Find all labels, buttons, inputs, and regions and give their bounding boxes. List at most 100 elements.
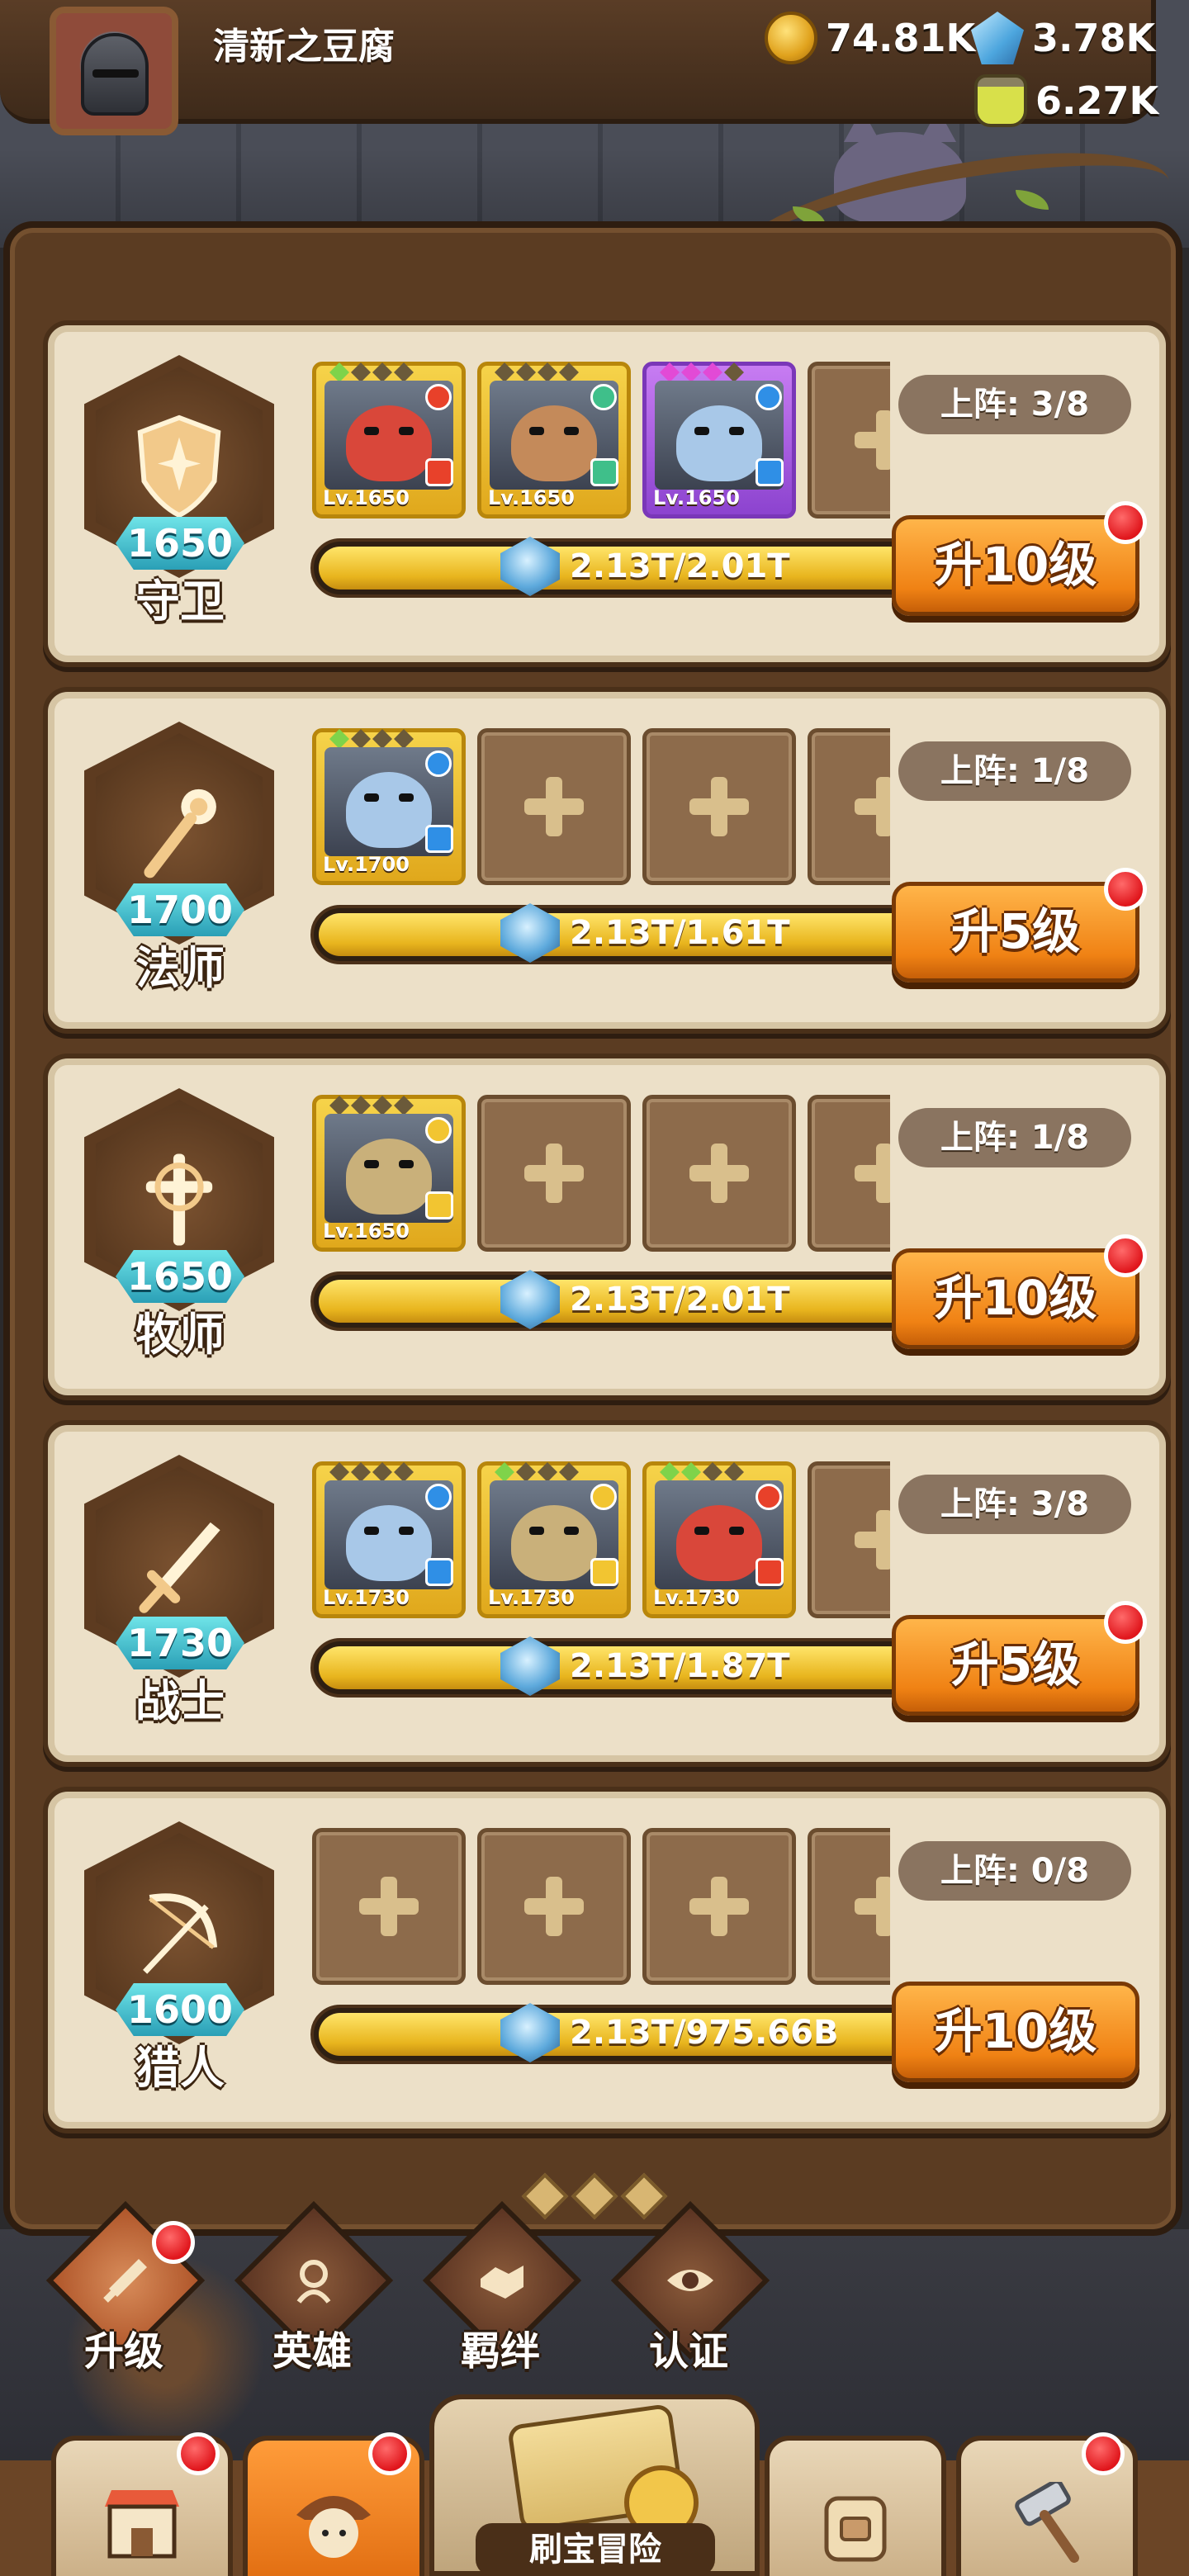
subnav-tab-label: 羁绊 — [460, 2328, 540, 2375]
alert-dot — [1104, 501, 1147, 544]
class-name: 守卫 — [135, 575, 225, 627]
gold-counter[interactable]: 74.81K — [765, 12, 975, 64]
upgrade-cost-bar: 2.13T/1.61T — [310, 903, 921, 964]
potion-jar-icon — [974, 74, 1027, 127]
star-rating — [329, 1096, 414, 1115]
treasure-adventure-button[interactable]: 刷宝冒险 — [429, 2394, 760, 2576]
empty-hero-slot[interactable] — [808, 1461, 890, 1618]
plus-icon — [359, 1877, 419, 1936]
empty-hero-slot[interactable] — [642, 1095, 796, 1252]
potion-amount: 6.27K — [1035, 78, 1159, 123]
empty-hero-slot[interactable] — [477, 1095, 631, 1252]
star-rating — [329, 729, 414, 749]
star-icon — [516, 362, 536, 382]
empty-hero-slot[interactable] — [808, 728, 890, 885]
role-icon — [590, 458, 618, 486]
alert-dot — [1082, 2432, 1125, 2475]
upgrade-button-label: 升5级 — [950, 1636, 1081, 1693]
empty-hero-slot[interactable] — [808, 362, 890, 519]
hero-card[interactable]: Lv.1650 — [312, 362, 466, 519]
hero-slots — [312, 1828, 890, 1990]
star-icon — [559, 1462, 579, 1482]
bottom-tab-heroes[interactable] — [243, 2432, 424, 2576]
player-avatar[interactable] — [50, 7, 178, 135]
deploy-count: 上阵: 3/8 — [898, 1475, 1131, 1534]
star-icon — [329, 1462, 349, 1482]
upgrade-button[interactable]: 升5级 — [892, 1601, 1147, 1716]
subnav-tab[interactable]: 认证 — [598, 2200, 770, 2375]
hero-card[interactable]: Lv.1730 — [477, 1461, 631, 1618]
star-icon — [724, 1462, 744, 1482]
subnav-tab[interactable]: 英雄 — [221, 2200, 394, 2375]
hero-slots: Lv.1730 Lv.1730 Lv.1730 — [312, 1461, 890, 1623]
upgrade-cost-text: 2.13T/1.87T — [570, 1647, 790, 1685]
role-icon — [756, 1558, 784, 1586]
star-icon — [703, 362, 722, 382]
empty-hero-slot[interactable] — [477, 728, 631, 885]
plus-icon — [524, 1877, 584, 1936]
star-icon — [394, 362, 414, 382]
alert-dot — [1104, 1234, 1147, 1277]
upgrade-cost-bar: 2.13T/2.01T — [310, 537, 921, 598]
alert-dot — [177, 2432, 220, 2475]
hero-level: Lv.1650 — [323, 486, 410, 509]
bottom-tab-bag[interactable] — [765, 2436, 946, 2576]
star-icon — [372, 1462, 392, 1482]
bottom-tab-forge[interactable] — [956, 2432, 1138, 2576]
top-hud: 清新之豆腐 74.81K 3.78K 6.27K — [0, 0, 1189, 135]
player-name: 清新之豆腐 — [213, 26, 395, 68]
star-icon — [329, 362, 349, 382]
star-rating — [660, 362, 744, 382]
upgrade-button[interactable]: 升10级 — [892, 1982, 1139, 2082]
alert-dot — [1104, 868, 1147, 911]
star-icon — [329, 1096, 349, 1115]
upgrade-cost-text: 2.13T/975.66B — [570, 2014, 839, 2052]
upgrade-cost-bar: 2.13T/1.87T — [310, 1636, 921, 1698]
wind-element-icon — [590, 384, 617, 410]
bottom-tab-shop[interactable] — [51, 2432, 233, 2576]
knight-helmet-icon — [81, 33, 149, 116]
upgrade-button[interactable]: 升5级 — [892, 868, 1147, 983]
gem-icon — [971, 12, 1024, 64]
star-icon — [329, 729, 349, 749]
gem-counter[interactable]: 3.78K — [971, 12, 1155, 64]
upgrade-button[interactable]: 升10级 — [892, 501, 1147, 616]
upgrade-cost-text: 2.13T/2.01T — [570, 547, 790, 585]
hero-level: Lv.1730 — [653, 1586, 740, 1609]
star-icon — [538, 362, 557, 382]
star-rating — [329, 362, 414, 382]
star-rating — [495, 1462, 579, 1482]
fire-element-icon — [756, 1484, 782, 1510]
class-row: 1700 法师 Lv.1700 上阵: 1/8 2.13T/1.61T 升5级 — [43, 687, 1171, 1034]
hero-card[interactable]: Lv.1650 — [477, 362, 631, 519]
potion-counter[interactable]: 6.27K — [974, 74, 1158, 127]
handshake-icon — [476, 2254, 528, 2307]
subnav-tab[interactable]: 升级 — [33, 2200, 206, 2375]
class-name: 战士 — [135, 1675, 225, 1727]
deploy-count: 上阵: 1/8 — [898, 741, 1131, 801]
hero-card[interactable]: Lv.1730 — [642, 1461, 796, 1618]
plus-icon — [855, 1510, 890, 1570]
empty-hero-slot[interactable] — [808, 1828, 890, 1985]
role-icon — [425, 825, 453, 853]
role-icon — [425, 458, 453, 486]
subnav-tab[interactable]: 羁绊 — [410, 2200, 582, 2375]
upgrade-cost-bar: 2.13T/2.01T — [310, 1270, 921, 1331]
hero-card[interactable]: Lv.1650 — [312, 1095, 466, 1252]
hero-card[interactable]: Lv.1730 — [312, 1461, 466, 1618]
empty-hero-slot[interactable] — [312, 1828, 466, 1985]
eye-icon — [664, 2254, 717, 2307]
empty-hero-slot[interactable] — [477, 1828, 631, 1985]
upgrade-button-label: 升10级 — [934, 2003, 1097, 2059]
treasure-adventure-label: 刷宝冒险 — [476, 2523, 715, 2576]
hero-card[interactable]: Lv.1650 — [642, 362, 796, 519]
fire-element-icon — [425, 384, 452, 410]
hero-card[interactable]: Lv.1700 — [312, 728, 466, 885]
empty-hero-slot[interactable] — [642, 728, 796, 885]
empty-hero-slot[interactable] — [642, 1828, 796, 1985]
empty-hero-slot[interactable] — [808, 1095, 890, 1252]
water-element-icon — [425, 1484, 452, 1510]
star-icon — [724, 362, 744, 382]
star-icon — [559, 362, 579, 382]
upgrade-button[interactable]: 升10级 — [892, 1234, 1147, 1349]
